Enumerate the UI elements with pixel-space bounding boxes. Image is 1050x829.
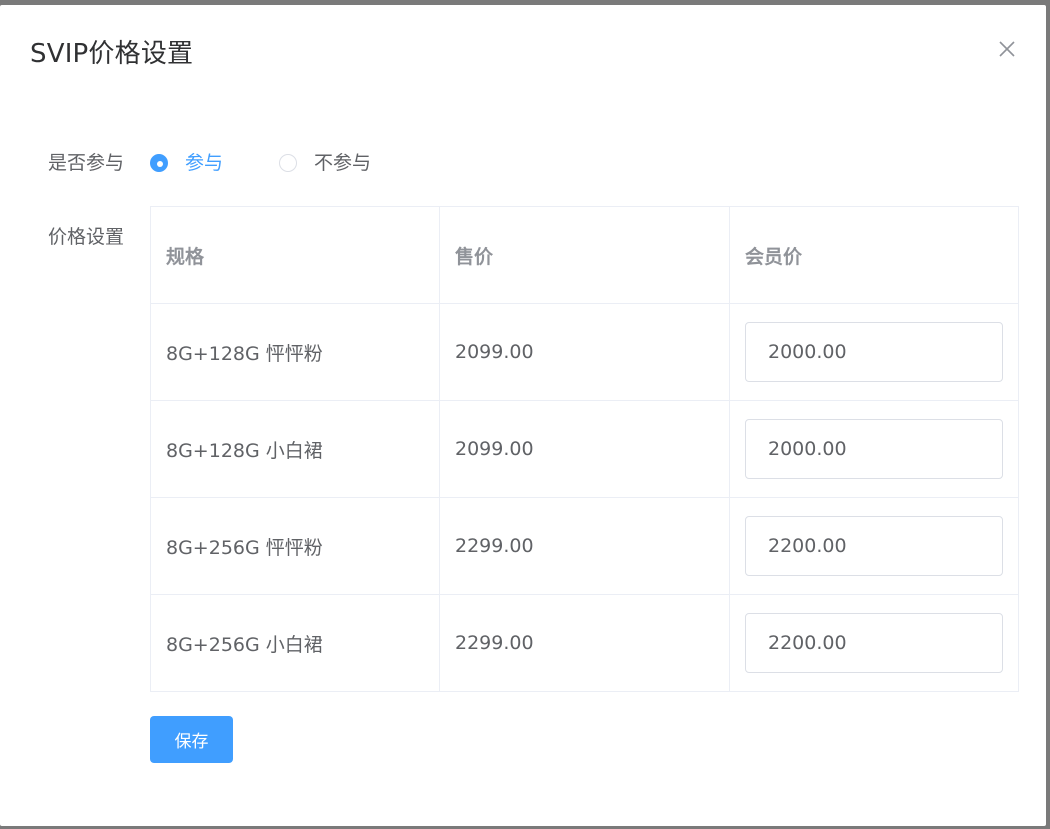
svip-price-dialog: SVIP价格设置 是否参与 参与 不参与 价格设置 规格 售价 会员价 8G+1… <box>0 5 1046 826</box>
price-cell: 2099.00 <box>440 401 730 497</box>
radio-checked-icon <box>150 154 168 172</box>
price-cell: 2299.00 <box>440 498 730 594</box>
table-header-row: 规格 售价 会员价 <box>151 207 1019 304</box>
radio-label: 不参与 <box>314 152 372 174</box>
member-price-input[interactable] <box>745 322 1003 382</box>
radio-participate[interactable]: 参与 <box>150 151 223 175</box>
radio-label: 参与 <box>185 152 224 174</box>
member-price-input[interactable] <box>745 613 1003 673</box>
member-price-cell <box>730 401 1019 497</box>
spec-cell: 8G+256G 怦怦粉 <box>151 498 440 594</box>
price-cell: 2299.00 <box>440 595 730 691</box>
column-header-price: 售价 <box>440 207 730 303</box>
pricing-table: 规格 售价 会员价 8G+128G 怦怦粉 2099.00 8G+128G 小白… <box>150 206 1019 692</box>
price-cell: 2099.00 <box>440 304 730 400</box>
spec-cell: 8G+256G 小白裙 <box>151 595 440 691</box>
column-header-member-price: 会员价 <box>730 207 1019 303</box>
member-price-input[interactable] <box>745 419 1003 479</box>
radio-unchecked-icon <box>279 154 297 172</box>
save-button[interactable]: 保存 <box>150 716 233 763</box>
member-price-cell <box>730 498 1019 594</box>
spec-cell: 8G+128G 小白裙 <box>151 401 440 497</box>
radio-not-participate[interactable]: 不参与 <box>279 151 371 175</box>
pricing-label: 价格设置 <box>48 226 125 248</box>
table-row: 8G+256G 怦怦粉 2299.00 <box>151 498 1019 595</box>
member-price-input[interactable] <box>745 516 1003 576</box>
close-icon[interactable] <box>996 38 1018 60</box>
participate-label: 是否参与 <box>48 152 125 174</box>
table-row: 8G+256G 小白裙 2299.00 <box>151 595 1019 692</box>
dialog-title: SVIP价格设置 <box>30 39 194 69</box>
member-price-cell <box>730 304 1019 400</box>
table-row: 8G+128G 怦怦粉 2099.00 <box>151 304 1019 401</box>
column-header-spec: 规格 <box>151 207 440 303</box>
member-price-cell <box>730 595 1019 691</box>
table-row: 8G+128G 小白裙 2099.00 <box>151 401 1019 498</box>
spec-cell: 8G+128G 怦怦粉 <box>151 304 440 400</box>
